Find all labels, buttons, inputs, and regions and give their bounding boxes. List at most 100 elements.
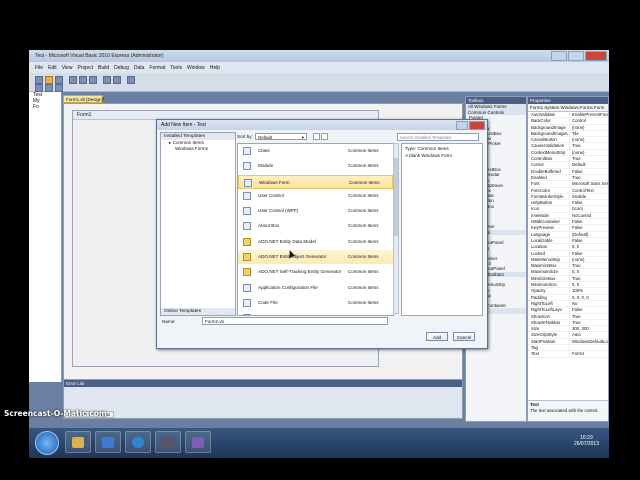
align-left-icon[interactable] [35, 84, 43, 92]
template-item[interactable]: User Control (WPF) Common Items [238, 204, 393, 220]
undo-icon[interactable] [103, 76, 111, 84]
property-value[interactable]: True [570, 320, 608, 325]
property-value[interactable]: (none) [570, 257, 608, 262]
property-value[interactable]: Form1 [570, 351, 608, 356]
list-view-icon[interactable] [313, 133, 320, 140]
property-value[interactable]: NoControl [570, 213, 608, 218]
property-value[interactable]: False [570, 307, 608, 312]
template-item[interactable]: Code File Common Items [238, 296, 393, 312]
property-value[interactable]: True [570, 143, 608, 148]
name-input[interactable]: Form2.vb [202, 317, 388, 325]
taskbar-ie-button[interactable] [125, 431, 151, 453]
template-item[interactable]: Class Common Items [238, 144, 393, 160]
property-value[interactable]: (none) [570, 137, 608, 142]
property-value[interactable]: Default [570, 162, 608, 167]
align-center-icon[interactable] [45, 84, 53, 92]
property-value[interactable]: EnablePreventFocu [570, 112, 608, 117]
property-value[interactable] [570, 345, 608, 350]
property-value[interactable]: False [570, 169, 608, 174]
save-icon[interactable] [55, 76, 63, 84]
open-icon[interactable] [45, 76, 53, 84]
installed-templates-header[interactable]: Installed Templates [161, 133, 235, 140]
template-item[interactable]: ADO.NET Entity Data Model Common Items [238, 235, 393, 251]
tab-form1-design[interactable]: Form1.vb [Design]* [63, 95, 105, 103]
template-item[interactable]: Module Common Items [238, 159, 393, 175]
property-value[interactable]: (none) [570, 125, 608, 130]
property-value[interactable]: 300, 300 [570, 326, 608, 331]
property-value[interactable]: 0, 0, 0, 0 [570, 295, 608, 300]
menu-item-view[interactable]: View [62, 65, 73, 71]
close-button[interactable] [585, 51, 607, 61]
property-value[interactable]: Microsoft Sans Ser [570, 181, 608, 186]
menu-item-build[interactable]: Build [98, 65, 109, 71]
property-value[interactable]: False [570, 219, 608, 224]
start-debug-icon[interactable] [127, 76, 135, 84]
online-templates-header[interactable]: Online Templates [161, 308, 235, 315]
category-windows-forms[interactable]: Windows Forms [161, 146, 235, 152]
template-item[interactable]: About Box Common Items [238, 219, 393, 235]
property-value[interactable]: True [570, 156, 608, 161]
property-value[interactable]: 0, 0 [570, 244, 608, 249]
property-value[interactable]: False [570, 200, 608, 205]
sort-dropdown[interactable]: Default ▾ [255, 133, 307, 140]
menu-item-help[interactable]: Help [210, 65, 220, 71]
property-value[interactable]: False [570, 238, 608, 243]
property-value[interactable]: Tile [570, 131, 608, 136]
taskbar-player-button[interactable] [95, 431, 121, 453]
property-value[interactable]: 0, 0 [570, 282, 608, 287]
property-value[interactable]: False [570, 251, 608, 256]
property-value[interactable]: True [570, 276, 608, 281]
object-selector[interactable]: Form1 System.Windows.Forms.Form [528, 104, 608, 112]
dialog-close-button[interactable] [469, 121, 485, 130]
scroll-thumb[interactable] [394, 158, 398, 236]
copy-icon[interactable] [79, 76, 87, 84]
template-item[interactable]: Windows Form Common Items [238, 174, 393, 189]
property-value[interactable]: True [570, 314, 608, 319]
add-button[interactable]: Add [426, 332, 448, 341]
taskbar-explorer-button[interactable] [65, 431, 91, 453]
property-value[interactable]: Control [570, 118, 608, 123]
redo-icon[interactable] [113, 76, 121, 84]
paste-icon[interactable] [89, 76, 97, 84]
property-value[interactable]: True [570, 175, 608, 180]
solution-item-form[interactable]: Fo [29, 104, 61, 110]
menu-item-project[interactable]: Project [77, 65, 93, 71]
template-item[interactable]: Application Configuration File Common Ite… [238, 281, 393, 296]
menu-item-tools[interactable]: Tools [170, 65, 182, 71]
dialog-help-button[interactable] [456, 121, 468, 130]
cancel-button[interactable]: Cancel [453, 332, 475, 341]
template-item[interactable]: ADO.NET Self-Tracking Entity Generator Co… [238, 265, 393, 281]
property-value[interactable]: (none) [570, 150, 608, 155]
property-value[interactable]: False [570, 225, 608, 230]
minimize-button[interactable] [551, 51, 567, 61]
template-item[interactable]: DataSet Common Items [238, 311, 393, 315]
property-value[interactable]: 0, 0 [570, 269, 608, 274]
menu-item-data[interactable]: Data [134, 65, 145, 71]
property-value[interactable]: (Icon) [570, 206, 608, 211]
template-scrollbar[interactable] [393, 143, 399, 314]
property-row[interactable]: Text Form1 [528, 351, 608, 358]
maximize-button[interactable] [568, 51, 584, 61]
template-item[interactable]: User Control Common Items [238, 189, 393, 205]
taskbar-app-button[interactable] [155, 431, 181, 453]
template-item[interactable]: ADO.NET EntityObject Generator Common Ite… [238, 250, 393, 266]
grid-view-icon[interactable] [321, 133, 328, 140]
property-value[interactable]: Auto [570, 332, 608, 337]
property-value[interactable]: (Default) [570, 232, 608, 237]
property-value[interactable]: 100% [570, 288, 608, 293]
property-value[interactable]: WindowsDefaultLo [570, 339, 608, 344]
menu-item-file[interactable]: File [35, 65, 43, 71]
new-project-icon[interactable] [35, 76, 43, 84]
property-value[interactable]: True [570, 263, 608, 268]
align-right-icon[interactable] [55, 84, 63, 92]
property-value[interactable]: Sizable [570, 194, 608, 199]
menu-item-debug[interactable]: Debug [114, 65, 129, 71]
menu-item-format[interactable]: Format [149, 65, 165, 71]
cut-icon[interactable] [69, 76, 77, 84]
start-button[interactable] [35, 431, 59, 455]
template-search-input[interactable]: Search Installed Templates [397, 133, 479, 141]
property-value[interactable]: No [570, 301, 608, 306]
menu-item-window[interactable]: Window [187, 65, 205, 71]
taskbar-vs-button[interactable] [185, 431, 211, 453]
system-clock[interactable]: 16:29 26/07/2013 [574, 435, 599, 447]
